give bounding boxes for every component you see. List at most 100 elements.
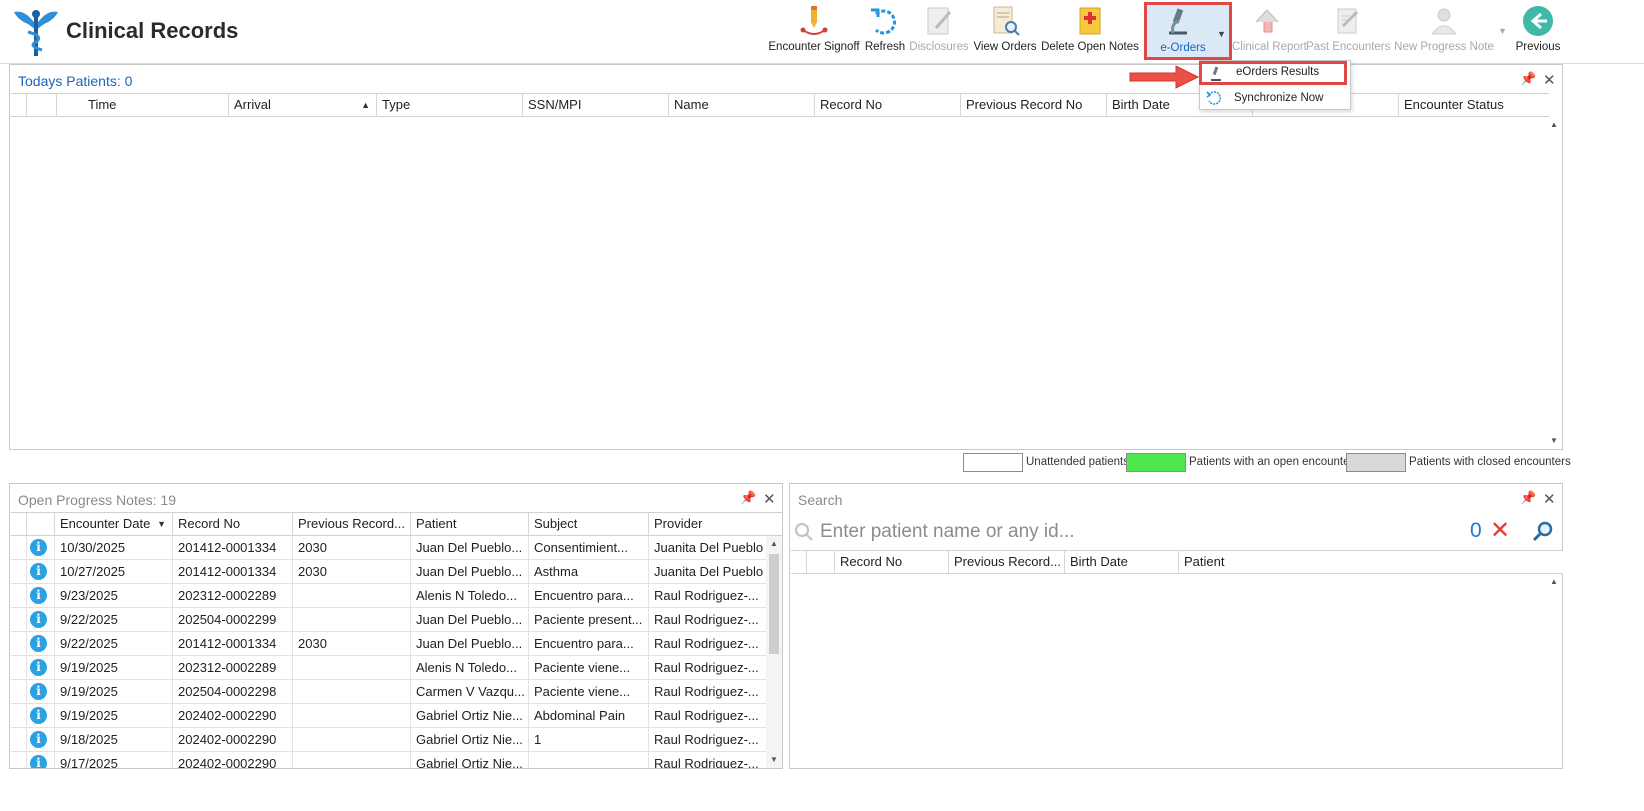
info-icon[interactable]: i [30, 563, 47, 580]
column-header-subject[interactable]: Subject [529, 513, 649, 535]
column-header-record-no[interactable]: Record No [835, 551, 949, 573]
open-progress-notes-panel: Open Progress Notes: 19 📌 ✕ Encounter Da… [9, 483, 783, 769]
scroll-down-icon[interactable]: ▼ [766, 752, 782, 768]
refresh-button[interactable]: Refresh [864, 4, 906, 60]
table-cell [293, 704, 411, 727]
column-header-type[interactable]: Type [377, 94, 523, 116]
view-orders-icon [993, 6, 1020, 36]
table-row[interactable]: i 9/17/2025 202402-0002290 Gabriel Ortiz Ni… [11, 752, 767, 768]
past-encounters-button[interactable]: Past Encounters [1306, 4, 1390, 60]
row-indicator [11, 536, 27, 559]
column-header-previous-record-no[interactable]: Previous Record No [961, 94, 1107, 116]
info-icon[interactable]: i [30, 659, 47, 676]
table-cell: Gabriel Ortiz Nie... [411, 704, 529, 727]
table-row[interactable]: i 9/22/2025 201412-0001334 2030 Juan Del Pue… [11, 632, 767, 656]
table-cell: 202402-0002290 [173, 752, 293, 768]
info-icon[interactable]: i [30, 731, 47, 748]
legend-open-label: Patients with an open encounter [1189, 456, 1354, 468]
table-row[interactable]: i 9/19/2025 202504-0002298 Carmen V Vazqu..… [11, 680, 767, 704]
scroll-down-icon[interactable]: ▼ [1546, 433, 1562, 449]
pin-icon[interactable]: 📌 [1520, 71, 1536, 87]
scroll-up-icon[interactable]: ▲ [766, 536, 782, 552]
info-icon[interactable]: i [30, 683, 47, 700]
sort-descending-icon: ▼ [157, 519, 166, 529]
new-progress-note-button[interactable]: New Progress Note [1392, 4, 1496, 60]
column-header-name[interactable]: Name [669, 94, 815, 116]
disclosures-document-icon [927, 7, 952, 35]
column-header-ssn[interactable]: SSN/MPI [523, 94, 669, 116]
column-header-arrival[interactable]: Arrival ▲ [229, 94, 377, 116]
table-row[interactable]: i 9/19/2025 202312-0002289 Alenis N Toledo.… [11, 656, 767, 680]
info-icon[interactable]: i [30, 635, 47, 652]
open-progress-notes-count: 19 [160, 492, 176, 508]
table-row[interactable]: i 10/27/2025 201412-0001334 2030 Juan Del Pu… [11, 560, 767, 584]
column-header-arrival-label: Arrival [234, 97, 271, 112]
menu-item-eorders-results-label: eOrders Results [1236, 66, 1320, 78]
info-icon[interactable]: i [30, 611, 47, 628]
scroll-up-icon[interactable]: ▲ [1546, 574, 1562, 590]
eorders-dropdown-menu: eOrders Results Synchronize Now [1199, 60, 1351, 110]
todays-patients-label: Todays Patients: [18, 73, 121, 89]
menu-item-eorders-results[interactable]: eOrders Results [1199, 61, 1347, 85]
info-icon[interactable]: i [30, 707, 47, 724]
column-header-record-no[interactable]: Record No [815, 94, 961, 116]
todays-patients-scrollbar[interactable]: ▲ ▼ [1546, 117, 1562, 449]
search-input[interactable] [818, 520, 1418, 544]
column-header-previous-record[interactable]: Previous Record... [293, 513, 411, 535]
table-row[interactable]: i 10/30/2025 201412-0001334 2030 Juan Del Pu… [11, 536, 767, 560]
column-header-encounter-status[interactable]: Encounter Status [1399, 94, 1549, 116]
disclosures-button[interactable]: Disclosures [908, 4, 970, 60]
table-row[interactable]: i 9/18/2025 202402-0002290 Gabriel Ortiz Ni… [11, 728, 767, 752]
progress-notes-grid-header: Encounter Date ▼ Record No Previous Reco… [11, 512, 782, 536]
pin-icon[interactable]: 📌 [740, 490, 756, 506]
row-indicator [11, 752, 27, 768]
pin-icon[interactable]: 📌 [1520, 490, 1536, 506]
column-header-previous-record[interactable]: Previous Record... [949, 551, 1065, 573]
new-progress-note-label: New Progress Note [1394, 41, 1494, 53]
table-cell: 202504-0002298 [173, 680, 293, 703]
view-orders-button[interactable]: View Orders [972, 4, 1038, 60]
table-row[interactable]: i 9/23/2025 202312-0002289 Alenis N Toledo.… [11, 584, 767, 608]
column-header-time[interactable]: Time [83, 94, 229, 116]
progress-notes-scrollbar[interactable]: ▲ ▼ [766, 536, 782, 768]
delete-open-notes-button[interactable]: Delete Open Notes [1040, 4, 1140, 60]
column-header-encounter-date[interactable]: Encounter Date ▼ [55, 513, 173, 535]
clear-search-icon[interactable]: ✕ [1490, 516, 1510, 545]
scroll-up-icon[interactable]: ▲ [1546, 117, 1562, 133]
table-cell: Juan Del Pueblo... [411, 560, 529, 583]
table-row[interactable]: i 9/22/2025 202504-0002299 Juan Del Pueblo.… [11, 608, 767, 632]
table-cell: 9/19/2025 [55, 680, 173, 703]
close-icon[interactable]: ✕ [1543, 71, 1556, 89]
chevron-down-icon[interactable]: ▼ [1498, 26, 1507, 36]
search-result-count: 0 [1470, 519, 1482, 542]
info-icon[interactable]: i [30, 755, 47, 768]
table-row[interactable]: i 9/19/2025 202402-0002290 Gabriel Ortiz Ni… [11, 704, 767, 728]
info-icon[interactable]: i [30, 539, 47, 556]
scrollbar-thumb[interactable] [769, 554, 779, 654]
indicator-column [11, 94, 27, 116]
info-icon[interactable]: i [30, 587, 47, 604]
column-header-provider[interactable]: Provider [649, 513, 782, 535]
close-icon[interactable]: ✕ [1543, 490, 1556, 508]
eorders-button[interactable]: e-Orders ▼ [1144, 2, 1232, 60]
table-cell: Alenis N Toledo... [411, 584, 529, 607]
column-header-patient[interactable]: Patient [411, 513, 529, 535]
search-scrollbar[interactable]: ▲ [1546, 574, 1562, 768]
column-header-record-no[interactable]: Record No [173, 513, 293, 535]
encounter-signoff-button[interactable]: Encounter Signoff [768, 4, 860, 60]
icon-column [807, 551, 835, 573]
search-execute-icon[interactable] [1532, 520, 1554, 542]
column-header-patient[interactable]: Patient [1179, 551, 1563, 573]
close-icon[interactable]: ✕ [763, 490, 776, 508]
table-cell: Raul Rodriguez-... [649, 608, 767, 631]
pen-signoff-icon [800, 6, 828, 35]
table-cell [293, 656, 411, 679]
app-title: Clinical Records [66, 18, 239, 43]
menu-item-synchronize-now[interactable]: Synchronize Now [1200, 87, 1350, 109]
table-cell: 9/23/2025 [55, 584, 173, 607]
column-header-birth-date[interactable]: Birth Date [1065, 551, 1179, 573]
clinical-report-button[interactable]: Clinical Report [1232, 4, 1307, 60]
previous-button[interactable]: Previous [1514, 4, 1562, 60]
legend-unattended-swatch [963, 453, 1023, 472]
chevron-down-icon[interactable]: ▼ [1217, 29, 1226, 39]
